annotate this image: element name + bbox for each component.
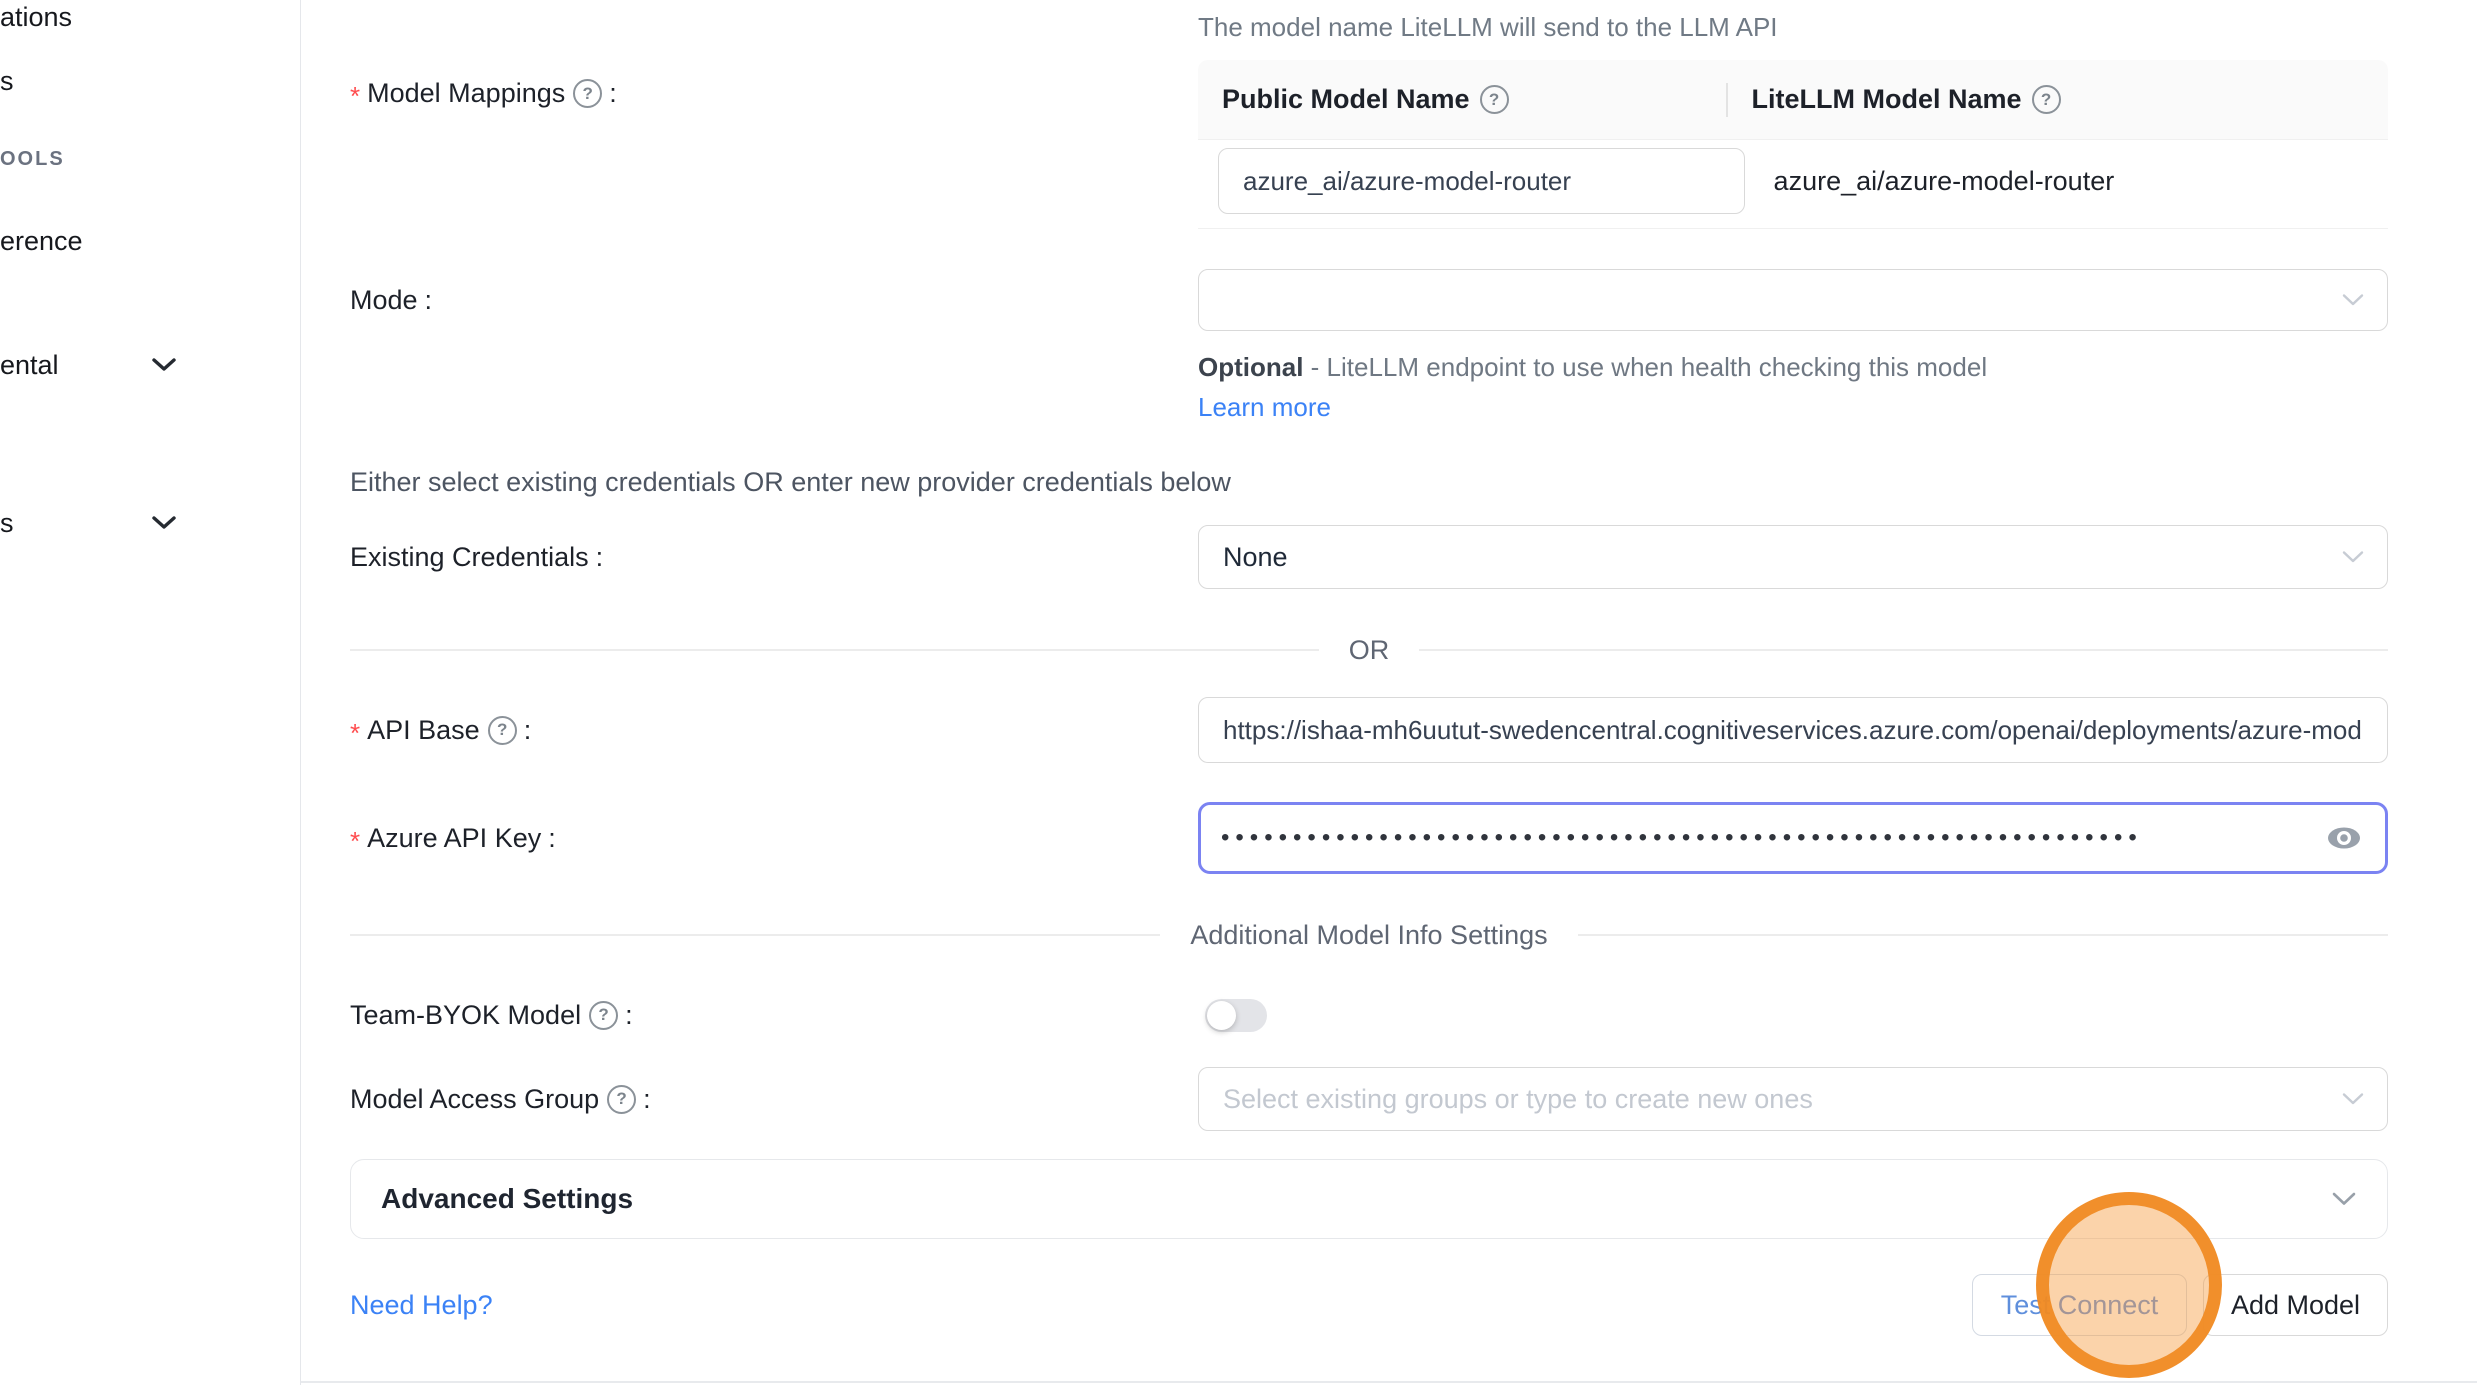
help-icon[interactable]: ? (488, 716, 517, 745)
model-access-group-row: Model Access Group ? : Select existing g… (350, 1067, 2388, 1131)
chevron-down-icon (2341, 1092, 2365, 1107)
chevron-down-icon (150, 356, 178, 379)
model-mappings-table: Public Model Name ? LiteLLM Model Name ? (1198, 60, 2388, 229)
model-mappings-label: * Model Mappings ? : (350, 60, 1198, 109)
existing-credentials-row: Existing Credentials : None (350, 525, 2388, 589)
api-base-row: * API Base ? : (350, 697, 2388, 763)
litellm-model-name-value: azure_ai/azure-model-router (1728, 166, 2388, 197)
test-connect-button[interactable]: Test Connect (1972, 1274, 2187, 1336)
toggle-knob (1207, 1001, 1236, 1030)
model-access-group-label: Model Access Group ? : (350, 1084, 1198, 1115)
column-header-litellm-model-name: LiteLLM Model Name ? (1728, 60, 2388, 139)
sidebar-item[interactable]: s (0, 66, 14, 97)
mode-select[interactable] (1198, 269, 2388, 331)
azure-api-key-row: * Azure API Key : (350, 802, 2388, 874)
team-byok-row: Team-BYOK Model ? : (350, 997, 2388, 1033)
model-name-hint: The model name LiteLLM will send to the … (1198, 10, 2388, 44)
chevron-down-icon (2341, 293, 2365, 308)
add-model-form-card: The model name LiteLLM will send to the … (301, 0, 2477, 1385)
required-mark: * (350, 81, 360, 112)
eye-icon[interactable] (2326, 825, 2362, 851)
column-header-public-model-name: Public Model Name ? (1198, 60, 1728, 139)
card-bottom-border (301, 1381, 2477, 1383)
sidebar-section-label: OOLS (0, 148, 65, 171)
advanced-settings-toggle[interactable]: Advanced Settings (350, 1159, 2388, 1239)
mode-help-text: Optional - LiteLLM endpoint to use when … (1198, 347, 2028, 427)
chevron-down-icon (2341, 550, 2365, 565)
mode-row: Mode : (350, 269, 2388, 331)
api-base-label: * API Base ? : (350, 715, 1198, 746)
existing-credentials-select[interactable]: None (1198, 525, 2388, 589)
sidebar-item[interactable]: ations (0, 2, 72, 33)
table-row: azure_ai/azure-model-router (1198, 140, 2388, 229)
help-icon[interactable]: ? (589, 1001, 618, 1030)
chevron-down-icon (150, 514, 178, 537)
learn-more-link[interactable]: Learn more (1198, 392, 1331, 422)
azure-api-key-input[interactable] (1198, 802, 2388, 874)
or-divider: OR (350, 630, 2388, 670)
team-byok-toggle[interactable] (1205, 999, 1267, 1032)
table-header: Public Model Name ? LiteLLM Model Name ? (1198, 60, 2388, 140)
team-byok-label: Team-BYOK Model ? : (350, 1000, 1198, 1031)
sidebar: ations s OOLS erence ental s (0, 0, 301, 1385)
existing-credentials-label: Existing Credentials : (350, 542, 1198, 573)
model-access-group-select[interactable]: Select existing groups or type to create… (1198, 1067, 2388, 1131)
need-help-link[interactable]: Need Help? (350, 1290, 493, 1321)
info-settings-divider: Additional Model Info Settings (350, 915, 2388, 955)
help-icon[interactable]: ? (573, 79, 602, 108)
mode-label: Mode : (350, 285, 1198, 316)
help-icon[interactable]: ? (2032, 85, 2061, 114)
api-base-input[interactable] (1198, 697, 2388, 763)
sidebar-item[interactable]: s (0, 508, 14, 539)
required-mark: * (350, 718, 360, 749)
model-mappings-row: * Model Mappings ? : Public Model Name ? (350, 60, 2388, 229)
required-mark: * (350, 826, 360, 857)
public-model-name-input[interactable] (1218, 148, 1745, 214)
help-icon[interactable]: ? (1480, 85, 1509, 114)
chevron-down-icon (2331, 1191, 2357, 1207)
form-footer: Need Help? Test Connect Add Model (350, 1274, 2388, 1336)
add-model-page: ations s OOLS erence ental s The model n… (0, 0, 2477, 1385)
help-icon[interactable]: ? (607, 1085, 636, 1114)
credentials-note: Either select existing credentials OR en… (350, 465, 2388, 499)
sidebar-item[interactable]: ental (0, 350, 59, 381)
sidebar-item[interactable]: erence (0, 226, 83, 257)
add-model-button[interactable]: Add Model (2203, 1274, 2388, 1336)
azure-api-key-label: * Azure API Key : (350, 823, 1198, 854)
